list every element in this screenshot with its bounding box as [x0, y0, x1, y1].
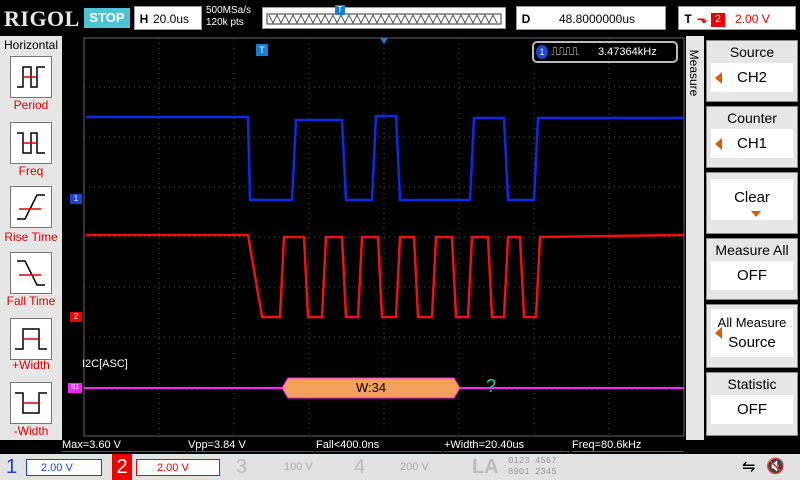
horizontal-timebase[interactable]: H 20.0us [134, 6, 202, 30]
rise-time-icon [17, 194, 45, 220]
counter-button[interactable]: Counter CH1 [706, 106, 798, 168]
delay-letter: D [521, 12, 531, 26]
la-channels[interactable]: 0123 4567 8901 2345 [508, 456, 557, 478]
statistic-button[interactable]: Statistic OFF [706, 372, 798, 436]
source-button[interactable]: Source CH2 [706, 40, 798, 102]
ch2-scale[interactable]: 2.00 V [136, 459, 220, 476]
trigger-center-arrow [380, 38, 388, 44]
horizontal-measure-panel: Horizontal Period Freq Rise Time Fall Ti… [0, 36, 62, 440]
trigger-level: 2.00 V [735, 12, 770, 26]
statistic-value: OFF [737, 401, 767, 418]
measure-all-button[interactable]: Measure All OFF [706, 238, 798, 300]
overview-zigzag [266, 13, 502, 25]
acquisition-info: 500MSa/s 120k pts [206, 5, 251, 29]
trigger-channel: 2 [711, 12, 726, 27]
fall-time-button[interactable] [10, 252, 52, 294]
measure-menu-tab: Measure [686, 36, 704, 440]
counter-source-value: CH1 [736, 135, 767, 152]
ch2-ground-marker[interactable]: 2 [70, 312, 82, 322]
channel-status-bar: 1 2.00 V 2 2.00 V 3 100 V 4 200 V LA 012… [0, 454, 800, 480]
period-label: Period [13, 98, 49, 112]
falling-edge-icon: ⬎ [697, 12, 708, 26]
positive-width-icon [15, 328, 47, 350]
top-status-bar: RIGOL STOP H 20.0us 500MSa/s 120k pts T D… [0, 0, 800, 36]
measure-all-title: Measure All [715, 242, 789, 258]
timebase-value: 20.0us [153, 12, 190, 26]
ch3-number[interactable]: 3 [236, 454, 247, 480]
waveform-canvas [83, 37, 685, 437]
counter-value: 3.47364kHz [598, 46, 657, 58]
measurement-width: +Width=20.40us [444, 439, 570, 452]
rise-time-button[interactable] [10, 186, 52, 228]
clear-label: Clear [734, 189, 770, 206]
all-measure-arrow-icon [715, 327, 722, 339]
positive-width-label: +Width [12, 358, 50, 372]
positive-width-button[interactable] [10, 318, 52, 360]
ch1-scale[interactable]: 2.00 V [26, 459, 102, 476]
la-row-1: 0123 4567 [508, 456, 557, 466]
counter-title: Counter [727, 110, 777, 126]
trigger-letter: T [684, 12, 692, 26]
counter-arrow-icon [715, 137, 722, 150]
statistic-title: Statistic [727, 376, 777, 392]
run-stop-status[interactable]: STOP [84, 8, 130, 28]
square-wave-icon: ⎍⎍⎍⎍ [551, 46, 579, 58]
source-arrow-icon [715, 71, 722, 84]
ch4-number[interactable]: 4 [354, 454, 365, 480]
waveform-display[interactable]: T 1 2 B1 T 1 ⎍⎍⎍⎍ 3.47364kHz I2C[ASC] W:… [62, 36, 700, 438]
clear-button[interactable]: Clear [706, 172, 798, 234]
clear-down-arrow-icon [751, 211, 761, 217]
period-icon [17, 66, 45, 88]
measurement-fall: Fall<400.0ns [316, 439, 442, 452]
measurement-freq: Freq=80.6kHz [572, 439, 684, 452]
measurement-results: Max=3.60 V Vpp=3.84 V Fall<400.0ns +Widt… [62, 438, 686, 452]
measure-all-value: OFF [737, 267, 767, 284]
left-panel-title: Horizontal [3, 38, 59, 52]
ch3-scale[interactable]: 100 V [256, 459, 336, 476]
counter-channel: 1 [536, 45, 548, 59]
rise-time-label: Rise Time [4, 230, 58, 244]
ch1-ground-marker[interactable]: 1 [70, 194, 82, 204]
period-button[interactable] [10, 56, 52, 98]
waveform-overview[interactable]: T [262, 5, 506, 29]
all-measure-value: Source [728, 334, 776, 351]
measurement-vpp: Vpp=3.84 V [188, 439, 314, 452]
fall-time-label: Fall Time [6, 294, 56, 308]
source-title: Source [729, 44, 775, 60]
usb-icon: ⇋ [742, 459, 756, 476]
speaker-mute-icon[interactable]: 🔇 [766, 457, 785, 475]
delay-readout[interactable]: D 48.8000000us [516, 6, 666, 30]
la-row-2: 8901 2345 [508, 467, 557, 477]
all-measure-title: All Measure [717, 315, 787, 330]
counter-readout: 1 ⎍⎍⎍⎍ 3.47364kHz [532, 41, 678, 63]
freq-button[interactable] [10, 122, 52, 164]
sample-rate: 500MSa/s [206, 5, 252, 16]
decode-bus-label: I2C[ASC] [82, 358, 128, 370]
la-label[interactable]: LA [472, 454, 499, 480]
decode-unknown-marker: ? [486, 376, 497, 396]
negative-width-button[interactable] [10, 382, 52, 424]
fall-time-icon [17, 260, 45, 286]
source-value: CH2 [736, 69, 767, 86]
horizontal-letter: H [139, 12, 149, 26]
ch1-number[interactable]: 1 [6, 454, 17, 480]
ch2-trace [86, 233, 685, 319]
trigger-position-marker[interactable]: T [256, 44, 268, 56]
freq-icon [17, 132, 45, 154]
brand-logo: RIGOL [4, 6, 80, 31]
measure-menu: Measure Source CH2 Counter CH1 Clear Mea… [686, 36, 800, 440]
decode-packet-text: W:34 [355, 380, 387, 395]
ch4-scale[interactable]: 200 V [374, 459, 454, 476]
negative-width-icon [15, 392, 47, 414]
ch2-number[interactable]: 2 [112, 454, 132, 480]
bus-marker[interactable]: B1 [68, 383, 82, 393]
measurement-max: Max=3.60 V [62, 439, 186, 452]
trigger-readout[interactable]: T ⬎ 2 2.00 V [678, 6, 796, 30]
negative-width-label: -Width [13, 424, 49, 438]
freq-label: Freq [18, 164, 44, 178]
memory-depth: 120k pts [206, 17, 244, 28]
delay-value: 48.8000000us [558, 12, 636, 26]
overview-trigger-marker: T [335, 5, 345, 15]
all-measure-source-button[interactable]: All Measure Source [706, 304, 798, 368]
